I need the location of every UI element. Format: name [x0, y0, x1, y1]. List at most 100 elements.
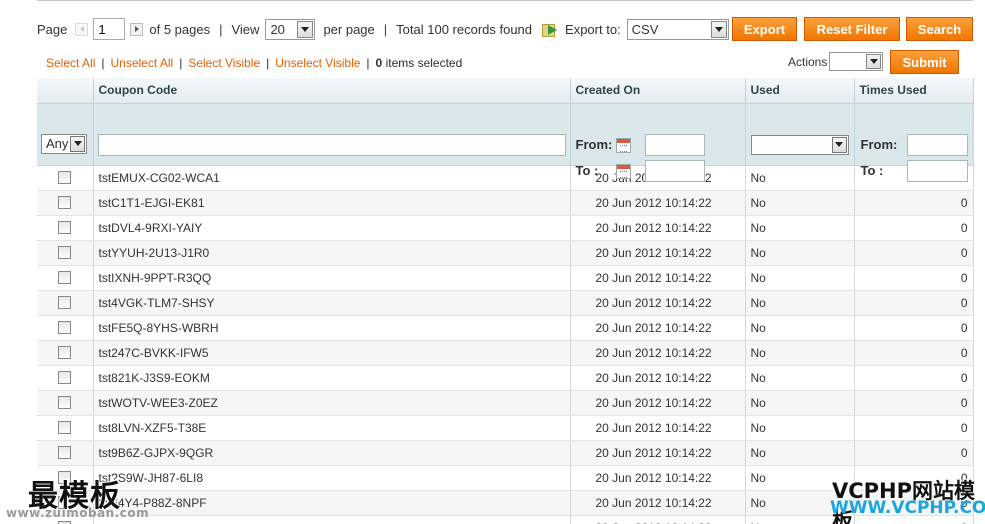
pager-toolbar: Page of 5 pages | View 20 per page | Tot…: [37, 16, 737, 42]
times-used-cell: 0: [854, 365, 974, 391]
filter-coupon-cell: [93, 103, 571, 166]
created-on-cell: 20 Jun 2012 10:14:22: [570, 290, 746, 316]
next-page-button[interactable]: [130, 22, 144, 36]
separator: |: [219, 21, 223, 37]
created-on-cell: 20 Jun 2012 10:14:22: [570, 515, 746, 524]
arrow-right-icon: [134, 26, 139, 32]
actions-select[interactable]: [829, 52, 883, 71]
row-checkbox[interactable]: [58, 171, 72, 184]
filter-times-used-cell: From: To :: [854, 103, 974, 182]
table-row[interactable]: tst8LVN-XZF5-T38E 20 Jun 2012 10:14:22 No 0: [37, 415, 974, 441]
used-cell: No: [745, 240, 855, 266]
times-used-from-input[interactable]: [906, 133, 968, 156]
separator: |: [179, 56, 183, 70]
export-format-select[interactable]: CSV: [626, 18, 729, 40]
calendar-icon[interactable]: [615, 137, 631, 153]
export-icon: [542, 22, 558, 37]
reset-filter-button[interactable]: Reset Filter: [804, 17, 900, 41]
row-checkbox[interactable]: [58, 371, 72, 384]
unselect-all-link[interactable]: Unselect All: [110, 56, 173, 70]
times-used-cell: 0: [854, 390, 974, 416]
created-on-cell: 20 Jun 2012 10:14:22: [570, 340, 746, 366]
created-from-label: From:: [575, 136, 613, 152]
column-header-used[interactable]: Used: [745, 78, 855, 104]
table-row[interactable]: tstEMUX-CG02-WCA120 Jun 2012 10:14:22No0: [37, 165, 974, 191]
used-filter-select[interactable]: [750, 134, 849, 155]
row-checkbox[interactable]: [58, 221, 72, 234]
created-to-label: To :: [575, 162, 599, 178]
row-checkbox-cell: [37, 315, 94, 341]
table-row[interactable]: tstFE5Q-8YHS-WBRH 20 Jun 2012 10:14:22 No 0: [37, 315, 974, 341]
table-row[interactable]: tst4VGK-TLM7-SHSY 20 Jun 2012 10:14:22 No 0: [37, 290, 974, 316]
used-cell: No: [745, 215, 855, 241]
table-row[interactable]: tst821K-J3S9-EOKM 20 Jun 2012 10:14:22 No 0: [37, 365, 974, 391]
separator: |: [101, 56, 105, 70]
row-checkbox-cell: [37, 340, 94, 366]
coupon-code-cell: tst9B6Z-GJPX-9QGR: [93, 440, 571, 466]
coupon-code-cell: tstDVL4-9RXI-YAIY: [93, 215, 571, 241]
coupon-code-cell: tst821K-J3S9-EOKM: [93, 365, 571, 391]
massaction-bar: Select All | Unselect All | Select Visib…: [37, 49, 973, 77]
row-checkbox[interactable]: [58, 296, 72, 309]
created-on-cell: 20 Jun 2012 10:14:22: [570, 390, 746, 416]
select-visible-link[interactable]: Select Visible: [188, 56, 260, 70]
coupon-code-cell: tst4VGK-TLM7-SHSY: [93, 290, 571, 316]
row-checkbox[interactable]: [58, 346, 72, 359]
calendar-icon[interactable]: [615, 163, 631, 179]
grid-body: tstEMUX-CG02-WCA120 Jun 2012 10:14:22No0…: [37, 165, 974, 524]
watermark-url-right: WWW.VCPHP.COM: [830, 498, 985, 518]
coupon-code-cell: tst64Y4-P88Z-8NPF: [93, 490, 571, 516]
column-header-times-used[interactable]: Times Used: [854, 78, 974, 104]
row-checkbox[interactable]: [58, 271, 72, 284]
created-on-cell: 20 Jun 2012 10:14:22: [570, 465, 746, 491]
top-divider: [37, 0, 973, 1]
created-on-cell: 20 Jun 2012 10:14:22: [570, 265, 746, 291]
coupon-code-cell: tstC1T1-EJGI-EK81: [93, 190, 571, 216]
table-row[interactable]: tstC1T1-EJGI-EK81 20 Jun 2012 10:14:22 No 0: [37, 190, 974, 216]
massaction-filter-value: Any: [46, 135, 69, 151]
page-number-input[interactable]: [93, 18, 126, 40]
massaction-filter-select[interactable]: Any: [41, 133, 87, 154]
created-to-input[interactable]: [644, 159, 705, 182]
separator: |: [366, 56, 370, 70]
coupon-code-filter-input[interactable]: [97, 133, 566, 156]
row-checkbox[interactable]: [58, 321, 72, 334]
created-on-cell: 20 Jun 2012 10:14:22: [570, 490, 746, 516]
row-checkbox[interactable]: [58, 396, 72, 409]
separator: |: [383, 21, 388, 37]
prev-page-button[interactable]: [75, 22, 89, 36]
created-from-input[interactable]: [644, 133, 705, 156]
coupon-code-cell: tst?S9W-JH87-6LI8: [93, 465, 571, 491]
row-checkbox[interactable]: [58, 421, 72, 434]
separator: |: [266, 56, 270, 70]
row-checkbox[interactable]: [58, 446, 72, 459]
times-used-cell: 0: [854, 415, 974, 441]
unselect-visible-link[interactable]: Unselect Visible: [275, 56, 360, 70]
chevron-down-icon: [297, 20, 314, 38]
table-row[interactable]: tst247C-BVKK-IFW5 20 Jun 2012 10:14:22 No 0: [37, 340, 974, 366]
table-row[interactable]: tstIXNH-9PPT-R3QQ 20 Jun 2012 10:14:22 No 0: [37, 265, 974, 291]
submit-button[interactable]: Submit: [890, 50, 959, 74]
times-used-to-input[interactable]: [906, 159, 968, 182]
used-cell: No: [745, 390, 855, 416]
table-row[interactable]: tst9B6Z-GJPX-9QGR 20 Jun 2012 10:14:22 No 0: [37, 440, 974, 466]
used-cell: No: [745, 415, 855, 441]
of-pages-text: of 5 pages: [149, 21, 211, 37]
table-row[interactable]: tstYYUH-2U13-J1R0 20 Jun 2012 10:14:22 No 0: [37, 240, 974, 266]
table-row[interactable]: tstWOTV-WEE3-Z0EZ 20 Jun 2012 10:14:22 No 0: [37, 390, 974, 416]
view-per-page-select[interactable]: 20: [265, 18, 316, 40]
search-button[interactable]: Search: [906, 17, 973, 41]
table-row[interactable]: tstDVL4-9RXI-YAIY 20 Jun 2012 10:14:22 No 0: [37, 215, 974, 241]
row-checkbox[interactable]: [58, 246, 72, 259]
coupon-code-cell: tstEMUX-CG02-WCA1: [93, 165, 571, 191]
row-checkbox[interactable]: [58, 196, 72, 209]
times-used-cell: 0: [854, 290, 974, 316]
column-header-coupon-code[interactable]: Coupon Code: [93, 78, 571, 104]
chevron-down-icon: [710, 20, 727, 38]
row-checkbox-cell: [37, 265, 94, 291]
times-from-label: From:: [860, 136, 898, 152]
column-header-created-on[interactable]: Created On: [570, 78, 746, 104]
export-button[interactable]: Export: [732, 17, 797, 41]
chevron-down-icon: [70, 135, 85, 152]
select-all-link[interactable]: Select All: [46, 56, 95, 70]
